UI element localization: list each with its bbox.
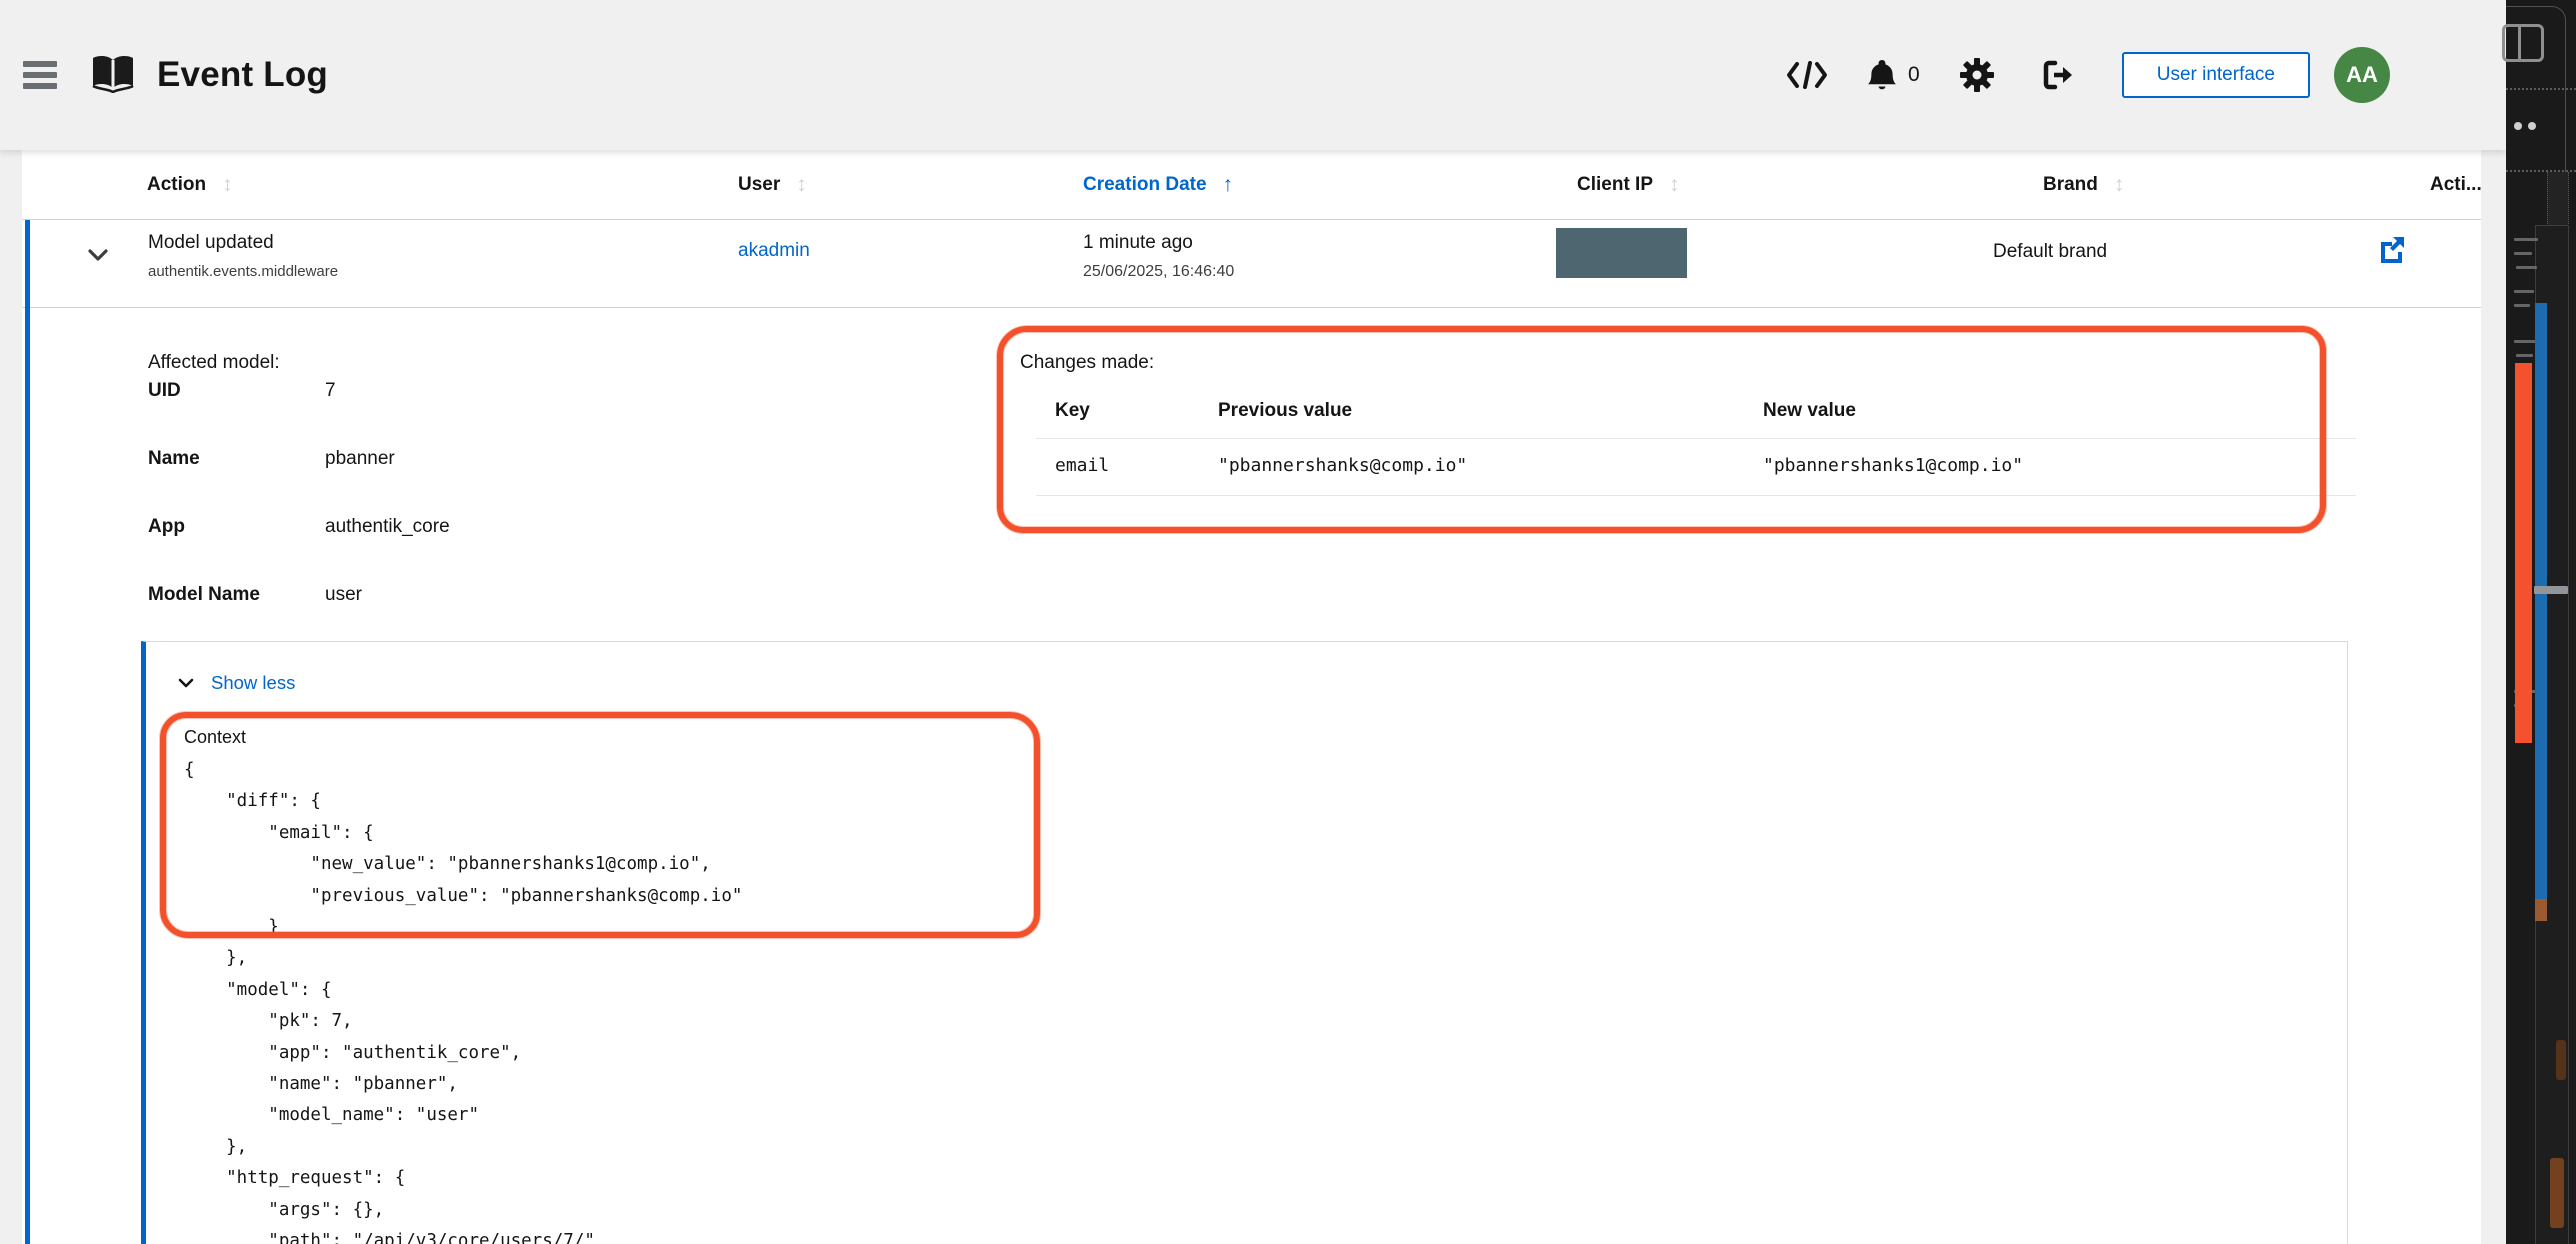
split-columns-icon bbox=[2502, 24, 2544, 62]
changes-divider bbox=[1036, 495, 2356, 496]
table-header-row: Action ↕ User ↕ Creation Date ↑ Client I… bbox=[22, 150, 2481, 220]
side-window-sliver[interactable] bbox=[2506, 0, 2576, 1244]
field-label-name: Name bbox=[148, 448, 200, 470]
changes-made-title: Changes made: bbox=[1020, 352, 1154, 374]
field-label-model-name: Model Name bbox=[148, 584, 260, 606]
scroll-handle[interactable] bbox=[2534, 586, 2568, 594]
brand-value: Default brand bbox=[1993, 241, 2107, 263]
sign-out-icon[interactable] bbox=[2042, 60, 2074, 90]
user-interface-button[interactable]: User interface bbox=[2122, 52, 2310, 98]
changes-divider bbox=[1036, 438, 2356, 439]
sort-icon: ↕ bbox=[1669, 173, 1680, 197]
cell-action: Model updated authentik.events.middlewar… bbox=[148, 232, 338, 280]
collapse-row-chevron-icon[interactable] bbox=[88, 248, 108, 266]
top-bar: Event Log 0 bbox=[0, 0, 2506, 150]
change-key: email bbox=[1055, 455, 1109, 476]
column-header-actions: Acti... bbox=[2430, 150, 2482, 220]
change-previous-value: "pbannershanks@comp.io" bbox=[1218, 455, 1467, 476]
chevron-down-icon bbox=[178, 678, 194, 688]
sort-ascending-icon: ↑ bbox=[1223, 173, 1234, 197]
user-link[interactable]: akadmin bbox=[738, 240, 810, 262]
dot bbox=[2514, 122, 2522, 130]
changes-col-previous: Previous value bbox=[1218, 400, 1352, 422]
client-ip-redacted bbox=[1556, 228, 1687, 278]
hamburger-menu-icon[interactable] bbox=[23, 61, 57, 89]
changes-col-key: Key bbox=[1055, 400, 1090, 422]
created-relative: 1 minute ago bbox=[1083, 232, 1234, 254]
notifications-bell-button[interactable]: 0 bbox=[1868, 60, 1920, 91]
show-less-label: Show less bbox=[211, 672, 295, 694]
mini-blue-bar bbox=[2535, 303, 2547, 899]
table-row: Model updated authentik.events.middlewar… bbox=[22, 220, 2481, 308]
dot bbox=[2528, 122, 2536, 130]
expanded-row-indicator bbox=[25, 220, 30, 1244]
field-label-uid: UID bbox=[148, 380, 181, 402]
column-header-client-ip[interactable]: Client IP ↕ bbox=[1577, 150, 1680, 220]
mini-orange-bar bbox=[2515, 363, 2532, 743]
event-source: authentik.events.middleware bbox=[148, 263, 338, 280]
top-actions: 0 bbox=[1786, 0, 2390, 150]
sort-icon: ↕ bbox=[2114, 173, 2125, 197]
field-value-name: pbanner bbox=[325, 448, 395, 470]
cell-creation-date: 1 minute ago 25/06/2025, 16:46:40 bbox=[1083, 232, 1234, 281]
field-value-model-name: user bbox=[325, 584, 362, 606]
field-label-app: App bbox=[148, 516, 185, 538]
column-header-creation-date[interactable]: Creation Date ↑ bbox=[1083, 150, 1233, 220]
column-header-user[interactable]: User ↕ bbox=[738, 150, 807, 220]
created-absolute: 25/06/2025, 16:46:40 bbox=[1083, 263, 1234, 281]
page-title: Event Log bbox=[157, 55, 328, 95]
divider bbox=[2506, 88, 2576, 90]
context-label: Context bbox=[184, 727, 246, 748]
sort-icon: ↕ bbox=[222, 173, 233, 197]
mini-brown-bar bbox=[2535, 899, 2547, 921]
avatar[interactable]: AA bbox=[2334, 47, 2390, 103]
sort-icon: ↕ bbox=[796, 173, 807, 197]
field-value-app: authentik_core bbox=[325, 516, 450, 538]
column-header-brand[interactable]: Brand ↕ bbox=[2043, 150, 2124, 220]
notification-count: 0 bbox=[1908, 63, 1920, 87]
context-json-code: { "diff": { "email": { "new_value": "pba… bbox=[184, 755, 742, 1244]
affected-model-label: Affected model: bbox=[148, 352, 280, 374]
event-context-card: Show less Context { "diff": { "email": {… bbox=[141, 641, 2348, 1244]
column-header-action[interactable]: Action ↕ bbox=[147, 150, 233, 220]
brand-area: Event Log bbox=[23, 0, 328, 150]
settings-gear-icon[interactable] bbox=[1960, 58, 1994, 92]
event-log-book-icon bbox=[91, 53, 135, 98]
show-less-toggle[interactable]: Show less bbox=[178, 672, 295, 694]
changes-col-new: New value bbox=[1763, 400, 1856, 422]
open-event-icon[interactable] bbox=[2378, 236, 2405, 268]
api-code-icon[interactable] bbox=[1786, 61, 1828, 89]
event-action: Model updated bbox=[148, 232, 338, 254]
field-value-uid: 7 bbox=[325, 380, 336, 402]
change-new-value: "pbannershanks1@comp.io" bbox=[1763, 455, 2023, 476]
